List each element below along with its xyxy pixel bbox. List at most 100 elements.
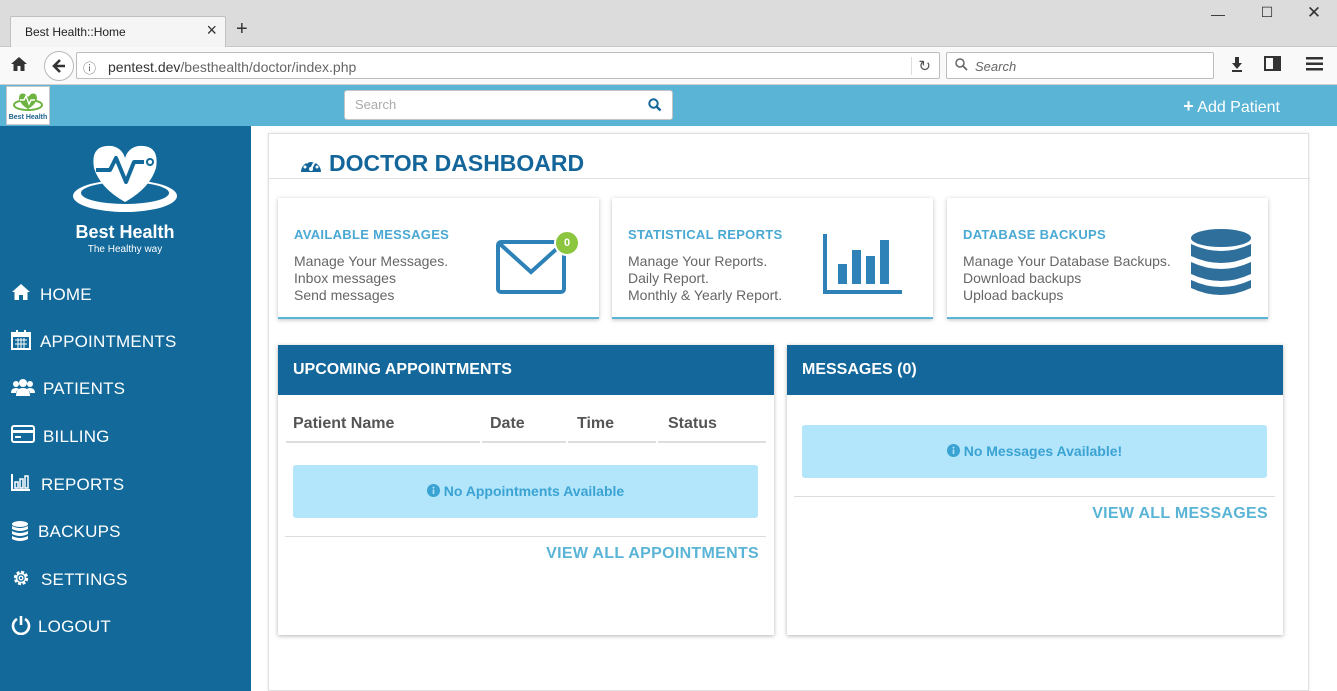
sidebar-item-backups[interactable]: BACKUPS bbox=[0, 512, 251, 552]
sidebar-item-label: BACKUPS bbox=[38, 522, 121, 541]
card-line: Manage Your Database Backups. bbox=[963, 253, 1171, 269]
url-bar[interactable]: ⓘ pentest.dev/besthealth/doctor/index.ph… bbox=[76, 52, 940, 79]
database-icon bbox=[1189, 228, 1253, 305]
url-text: pentest.dev/besthealth/doctor/index.php bbox=[108, 59, 357, 75]
messages-title: MESSAGES (0) bbox=[802, 361, 917, 378]
sidebar-item-reports[interactable]: REPORTS bbox=[0, 465, 251, 505]
dashboard-icon bbox=[299, 155, 323, 178]
bar-chart-icon bbox=[822, 232, 904, 301]
brand-tagline: The Healthy way bbox=[87, 244, 163, 255]
view-all-appointments-link[interactable]: VIEW ALL APPOINTMENTS bbox=[546, 545, 759, 563]
menu-icon[interactable] bbox=[1306, 57, 1323, 76]
search-icon bbox=[955, 58, 968, 74]
messages-panel: MESSAGES (0) No Messages Available! VIEW… bbox=[787, 345, 1283, 635]
card-title: AVAILABLE MESSAGES bbox=[294, 227, 450, 242]
card-line: Manage Your Messages. bbox=[294, 253, 449, 269]
info-icon[interactable]: ⓘ bbox=[83, 58, 96, 77]
card-line: Monthly & Yearly Report. bbox=[628, 287, 783, 303]
no-appointments-alert: No Appointments Available bbox=[293, 465, 758, 518]
messages-header: MESSAGES (0) bbox=[787, 345, 1283, 395]
sidebar-item-patients[interactable]: PATIENTS bbox=[0, 369, 251, 409]
reports-card[interactable]: STATISTICAL REPORTS Manage Your Reports.… bbox=[612, 198, 933, 319]
sidebar-item-label: BILLING bbox=[43, 427, 110, 446]
heart-logo-icon bbox=[73, 145, 177, 212]
sidebar-item-label: LOGOUT bbox=[38, 617, 111, 636]
info-icon bbox=[946, 443, 964, 459]
divider bbox=[794, 496, 1275, 497]
maximize-icon[interactable]: ☐ bbox=[1247, 4, 1287, 21]
bar-chart-icon bbox=[11, 473, 33, 495]
sidebar-item-label: PATIENTS bbox=[43, 379, 126, 398]
plus-icon: + bbox=[1183, 96, 1194, 116]
card-line: Daily Report. bbox=[628, 270, 709, 286]
column-header-patient-name[interactable]: Patient Name bbox=[286, 415, 480, 443]
info-icon bbox=[426, 483, 444, 499]
power-icon bbox=[11, 615, 33, 637]
dashboard-panel: DOCTOR DASHBOARD AVAILABLE MESSAGES Mana… bbox=[268, 133, 1310, 691]
card-line: Upload backups bbox=[963, 287, 1064, 303]
sidebar-item-billing[interactable]: BILLING bbox=[0, 417, 251, 457]
credit-card-icon bbox=[11, 425, 35, 447]
card-line: Manage Your Reports. bbox=[628, 253, 768, 269]
sidebar-item-home[interactable]: HOME bbox=[0, 275, 251, 315]
sidebar-item-logout[interactable]: LOGOUT bbox=[0, 607, 251, 647]
sidebar-item-label: REPORTS bbox=[41, 475, 125, 494]
appointments-panel: UPCOMING APPOINTMENTS Patient Name Date … bbox=[278, 345, 774, 635]
reload-icon[interactable]: ↻ bbox=[911, 57, 931, 75]
sidebar-item-label: HOME bbox=[40, 285, 92, 304]
users-icon bbox=[11, 377, 35, 399]
page-title: DOCTOR DASHBOARD bbox=[329, 150, 585, 176]
browser-tab[interactable]: Best Health::Home × bbox=[10, 16, 226, 47]
browser-search-bar[interactable]: Search bbox=[946, 52, 1214, 79]
new-tab-icon[interactable]: + bbox=[236, 18, 248, 41]
search-input[interactable] bbox=[355, 97, 635, 112]
search-icon[interactable] bbox=[648, 98, 662, 117]
brand-logo: Best Health The Healthy way bbox=[60, 138, 190, 255]
view-all-messages-link[interactable]: VIEW ALL MESSAGES bbox=[1092, 505, 1268, 523]
sidebar-toggle-icon[interactable] bbox=[1264, 56, 1281, 76]
card-line: Inbox messages bbox=[294, 270, 396, 286]
card-title: STATISTICAL REPORTS bbox=[628, 227, 783, 242]
app-header: Best Health + Add Patient bbox=[0, 85, 1337, 126]
calendar-icon bbox=[11, 330, 33, 352]
appointments-header: UPCOMING APPOINTMENTS bbox=[278, 345, 774, 395]
database-icon bbox=[11, 520, 33, 542]
home-icon bbox=[11, 283, 33, 305]
add-patient-label: Add Patient bbox=[1197, 99, 1280, 116]
messages-card[interactable]: AVAILABLE MESSAGES Manage Your Messages.… bbox=[278, 198, 599, 319]
brand-name: Best Health bbox=[75, 222, 175, 242]
home-page-icon[interactable] bbox=[10, 55, 28, 78]
no-appointments-text: No Appointments Available bbox=[443, 483, 625, 499]
browser-search-placeholder: Search bbox=[975, 59, 1017, 74]
tab-title: Best Health::Home bbox=[25, 25, 126, 39]
sidebar-item-settings[interactable]: SETTINGS bbox=[0, 560, 251, 600]
message-count-badge: 0 bbox=[554, 230, 580, 256]
card-line: Download backups bbox=[963, 270, 1082, 286]
close-tab-icon[interactable]: × bbox=[206, 20, 217, 41]
browser-navbar: ⓘ pentest.dev/besthealth/doctor/index.ph… bbox=[0, 47, 1337, 85]
divider bbox=[285, 536, 766, 537]
no-messages-alert: No Messages Available! bbox=[802, 425, 1267, 478]
add-patient-button[interactable]: + Add Patient bbox=[1183, 96, 1280, 117]
gear-icon bbox=[11, 568, 33, 590]
header-logo[interactable]: Best Health bbox=[6, 86, 50, 125]
app-search-box[interactable] bbox=[344, 90, 673, 120]
sidebar-item-label: SETTINGS bbox=[41, 570, 128, 589]
appointments-title: UPCOMING APPOINTMENTS bbox=[293, 361, 512, 378]
close-window-icon[interactable]: ✕ bbox=[1294, 3, 1334, 23]
sidebar-item-label: APPOINTMENTS bbox=[40, 332, 177, 351]
browser-titlebar: Best Health::Home × + — ☐ ✕ bbox=[0, 0, 1337, 47]
minimize-icon[interactable]: — bbox=[1198, 6, 1238, 22]
no-messages-text: No Messages Available! bbox=[963, 443, 1123, 459]
column-header-time[interactable]: Time bbox=[568, 415, 656, 443]
column-header-status[interactable]: Status bbox=[658, 415, 766, 443]
card-title: DATABASE BACKUPS bbox=[963, 227, 1106, 242]
column-header-date[interactable]: Date bbox=[482, 415, 566, 443]
sidebar-item-appointments[interactable]: APPOINTMENTS bbox=[0, 322, 251, 362]
sidebar: Best Health The Healthy way HOME APPOINT… bbox=[0, 126, 251, 691]
download-icon[interactable] bbox=[1229, 56, 1245, 77]
header-logo-text: Best Health bbox=[8, 114, 48, 121]
card-line: Send messages bbox=[294, 287, 395, 303]
backups-card[interactable]: DATABASE BACKUPS Manage Your Database Ba… bbox=[947, 198, 1268, 319]
back-button[interactable] bbox=[44, 51, 74, 81]
